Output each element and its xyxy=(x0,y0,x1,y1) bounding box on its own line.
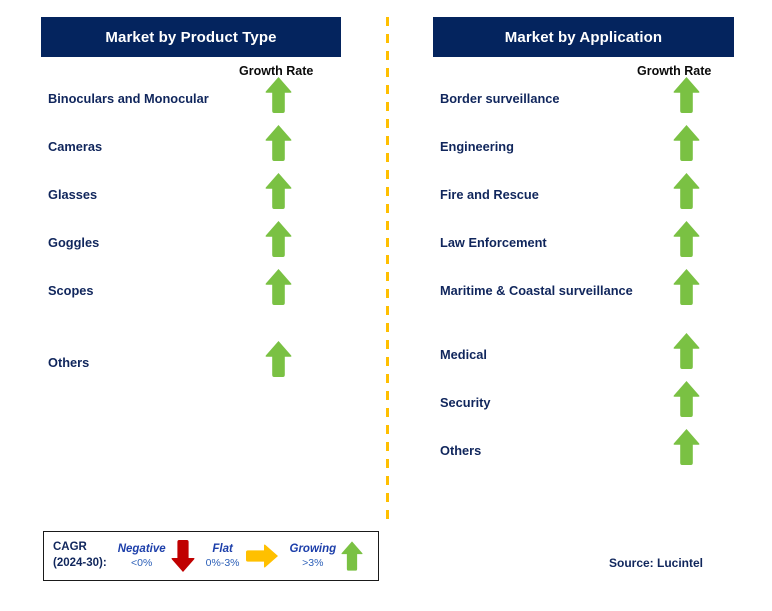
row-label: Maritime & Coastal surveillance xyxy=(440,283,633,298)
arrow-right-icon xyxy=(245,544,279,568)
arrow-up-icon xyxy=(265,172,292,215)
row-list-product-type: Binoculars and Monocular Cameras Glasses Go… xyxy=(41,77,341,490)
arrow-up-icon xyxy=(673,76,700,119)
legend-item-range: 0%-3% xyxy=(205,556,240,569)
legend-item-text: Growing >3% xyxy=(290,542,337,571)
arrow-up-icon xyxy=(265,76,292,119)
row-label: Others xyxy=(48,355,90,370)
arrow-up-icon xyxy=(265,220,292,263)
arrow-up-icon xyxy=(673,332,700,375)
arrow-up-icon xyxy=(673,380,700,423)
legend-title-line2: (2024-30): xyxy=(53,557,107,569)
arrow-up-icon xyxy=(265,268,292,311)
row-label: Medical xyxy=(440,347,487,362)
arrow-up-icon xyxy=(673,428,700,471)
row-list-application: Border surveillance Engineering Fire and R… xyxy=(433,77,734,490)
dashed-divider xyxy=(386,17,389,522)
row-label: Security xyxy=(440,395,491,410)
legend-item: Flat 0%-3% xyxy=(206,542,279,571)
legend-item: Negative <0% xyxy=(118,539,195,573)
arrow-up-icon xyxy=(673,172,700,215)
arrow-up-icon xyxy=(341,540,363,572)
arrow-up-icon xyxy=(673,124,700,167)
legend-item-range: >3% xyxy=(302,556,324,569)
legend-item-term: Growing xyxy=(289,542,337,555)
row-label: Binoculars and Monocular xyxy=(48,91,209,106)
panel-application: Market by Application xyxy=(433,17,734,57)
legend-item-range: <0% xyxy=(131,556,153,569)
row-label: Others xyxy=(440,443,482,458)
legend-item-term: Negative xyxy=(117,542,166,555)
legend-item-term: Flat xyxy=(212,542,233,555)
arrow-up-icon xyxy=(673,220,700,263)
arrow-up-icon xyxy=(673,268,700,311)
panel-product-type: Market by Product Type xyxy=(41,17,341,57)
row-label: Border surveillance xyxy=(440,91,560,106)
legend-item: Growing >3% xyxy=(290,540,364,572)
legend-item-text: Negative <0% xyxy=(118,542,166,571)
legend-box: CAGR (2024-30): Negative <0% Flat 0%-3% Grow… xyxy=(43,531,379,581)
legend-title: CAGR (2024-30): xyxy=(53,540,107,571)
arrow-up-icon xyxy=(265,340,292,383)
row-label: Goggles xyxy=(48,235,100,250)
row-label: Engineering xyxy=(440,139,514,154)
source-note: Source: Lucintel xyxy=(609,556,704,570)
row-label: Scopes xyxy=(48,283,94,298)
slide-canvas: Market by Product Type Growth Rate Binoc… xyxy=(0,0,772,611)
panel-header-product-type: Market by Product Type xyxy=(41,17,341,57)
row-label: Fire and Rescue xyxy=(440,187,539,202)
row-label: Cameras xyxy=(48,139,103,154)
row-label: Glasses xyxy=(48,187,98,202)
legend-title-line1: CAGR xyxy=(53,541,87,554)
arrow-up-icon xyxy=(265,124,292,167)
panel-header-application: Market by Application xyxy=(433,17,734,57)
row-label: Law Enforcement xyxy=(440,235,547,250)
legend-items: Negative <0% Flat 0%-3% Growing >3% xyxy=(107,539,363,573)
legend-item-text: Flat 0%-3% xyxy=(206,542,240,571)
arrow-down-icon xyxy=(171,539,195,573)
